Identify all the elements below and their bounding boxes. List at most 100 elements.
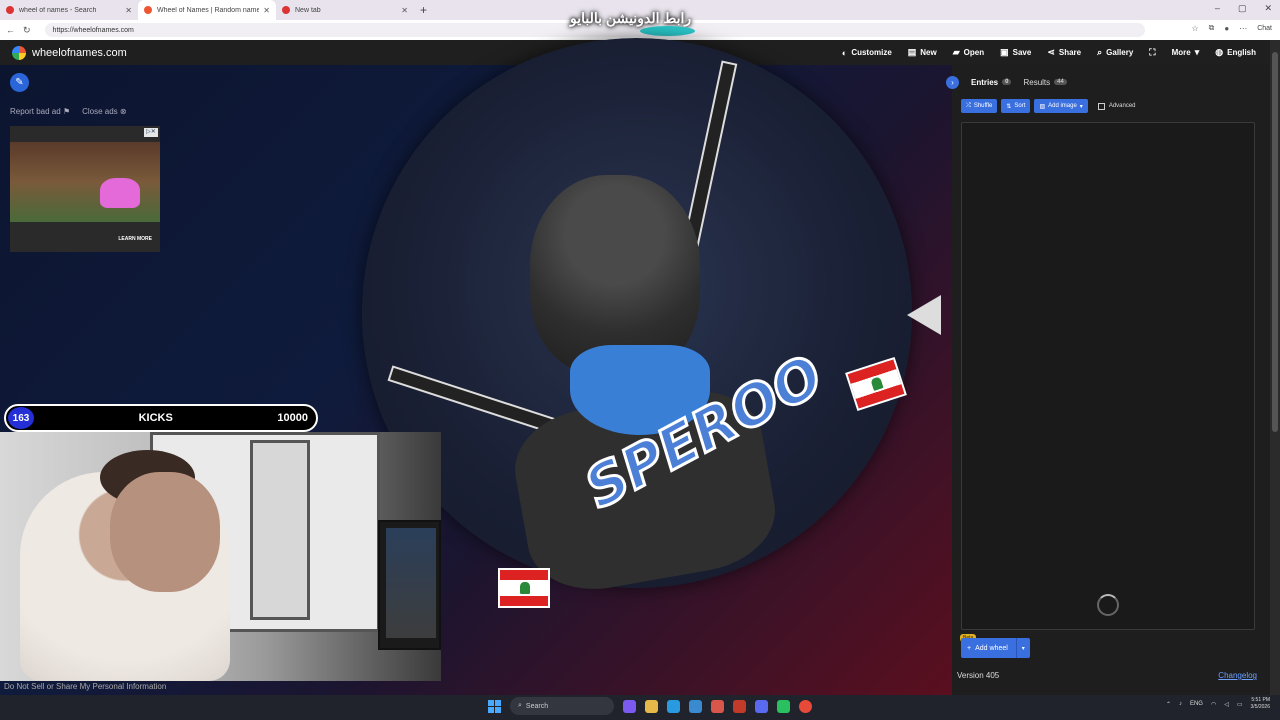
language-indicator[interactable]: ENG: [1190, 701, 1203, 707]
monitor-in-background: [378, 520, 441, 650]
app-icon[interactable]: [777, 699, 790, 713]
close-icon[interactable]: ✕: [125, 6, 132, 15]
taskbar-search[interactable]: ⌕ Search: [510, 697, 614, 715]
chevron-down-icon: ▾: [1194, 47, 1200, 57]
add-wheel-button[interactable]: + Add wheel: [961, 638, 1016, 658]
browser-tab-search[interactable]: wheel of names - Search ✕: [0, 0, 138, 20]
sort-button[interactable]: ⇅ Sort: [1001, 99, 1031, 113]
gallery-button[interactable]: ⌕ Gallery: [1097, 47, 1133, 58]
report-ad-link[interactable]: Report bad ad ⚑: [10, 107, 70, 116]
discord-icon[interactable]: [755, 699, 768, 713]
store-icon[interactable]: [689, 699, 702, 713]
privacy-link[interactable]: Do Not Sell or Share My Personal Informa…: [4, 682, 166, 691]
entries-panel: › Entries 0 Results 44 ⤮ Shuffle ⇅ Sort ▨ Add…: [946, 65, 1270, 695]
share-button[interactable]: ⋖ Share: [1047, 47, 1081, 58]
new-tab-button[interactable]: +: [420, 3, 427, 17]
close-icon[interactable]: ✕: [263, 6, 270, 15]
copilot-chat-button[interactable]: Chat: [1257, 25, 1272, 32]
sort-icon: ⇅: [1006, 103, 1012, 110]
chrome-icon[interactable]: [799, 699, 812, 713]
clock[interactable]: 5:51 PM 3/5/2026: [1251, 697, 1270, 711]
entries-textarea[interactable]: [961, 122, 1255, 630]
add-image-button[interactable]: ▨ Add image ▾: [1034, 99, 1088, 113]
learn-more-button[interactable]: LEARN MORE: [118, 236, 152, 242]
more-button[interactable]: More ▾: [1172, 47, 1200, 58]
advanced-toggle[interactable]: Advanced: [1097, 102, 1136, 110]
language-button[interactable]: ◍ English: [1215, 47, 1256, 58]
advertisement[interactable]: ▷✕ LEARN MORE: [10, 126, 160, 252]
clock-time: 5:51 PM: [1251, 697, 1270, 703]
widgets-icon[interactable]: [623, 699, 636, 713]
chevron-down-icon: ▾: [1021, 645, 1025, 652]
chevron-up-icon[interactable]: ⌃: [1166, 701, 1171, 708]
save-icon: ▣: [1000, 47, 1009, 57]
browser-tab-new[interactable]: New tab ✕: [276, 0, 414, 20]
collapse-panel-button[interactable]: ›: [946, 75, 959, 89]
app-icon[interactable]: [711, 699, 724, 713]
screen: wheel of names - Search ✕ Wheel of Names…: [0, 0, 1280, 720]
menu-label: More: [1171, 48, 1191, 57]
file-explorer-icon[interactable]: [645, 699, 658, 713]
panel-tabs: › Entries 0 Results 44: [946, 75, 1067, 89]
menu-label: Gallery: [1106, 48, 1134, 57]
new-button[interactable]: ▤ New: [908, 47, 937, 58]
system-tray: ⌃ ♪ ENG ◠ ◁ ▭ 5:51 PM 3/5/2026: [1166, 697, 1270, 711]
close-window-button[interactable]: ✕: [1264, 3, 1272, 14]
chevron-down-icon: ▾: [1079, 103, 1083, 110]
advanced-checkbox[interactable]: [1097, 102, 1105, 110]
scrollbar-thumb[interactable]: [1272, 52, 1278, 432]
tab-title: New tab: [295, 6, 321, 14]
menu-dots-icon[interactable]: ⋯: [1239, 24, 1247, 33]
edit-button[interactable]: ✎: [10, 73, 29, 92]
palette-icon: ◐: [841, 47, 848, 58]
lebanon-flag-icon: [498, 568, 550, 608]
star-icon[interactable]: ☆: [1191, 24, 1198, 33]
tab-title: Wheel of Names | Random name: [157, 6, 260, 14]
globe-icon: ◍: [1215, 47, 1224, 57]
flag-icon: ⚑: [62, 107, 71, 116]
window-controls: – ▢ ✕: [1215, 3, 1272, 14]
wheel-logo-icon[interactable]: [12, 45, 26, 60]
shuffle-button[interactable]: ⤮ Shuffle: [961, 99, 998, 113]
wifi-icon[interactable]: ◠: [1211, 701, 1216, 708]
fullscreen-button[interactable]: ⛶: [1149, 47, 1155, 58]
close-ads-link[interactable]: Close ads ⊗: [82, 107, 127, 116]
advanced-label: Advanced: [1108, 103, 1136, 109]
windows-start-icon[interactable]: [488, 699, 501, 713]
close-icon[interactable]: ✕: [401, 6, 408, 15]
profile-icon[interactable]: ●: [1224, 24, 1229, 33]
open-button[interactable]: ▰ Open: [953, 47, 984, 58]
back-icon[interactable]: ←: [6, 25, 15, 35]
app-icon[interactable]: [733, 699, 746, 713]
tab-results[interactable]: Results 44: [1023, 78, 1067, 87]
edge-icon[interactable]: [667, 699, 680, 713]
report-ad-label: Report bad ad: [10, 107, 61, 116]
ad-links: Report bad ad ⚑ Close ads ⊗: [10, 107, 127, 116]
button-label: Shuffle: [973, 103, 993, 109]
entries-toolbar: ⤮ Shuffle ⇅ Sort ▨ Add image ▾ Advanced: [961, 99, 1136, 113]
add-wheel-group: + Add wheel ▾: [961, 638, 1030, 658]
customize-button[interactable]: ◐ Customize: [842, 48, 892, 58]
site-name[interactable]: wheelofnames.com: [32, 47, 127, 59]
version-label: Version 405: [957, 671, 1000, 680]
close-circle-icon: ⊗: [119, 107, 127, 116]
save-button[interactable]: ▣ Save: [1000, 47, 1031, 58]
add-wheel-dropdown[interactable]: ▾: [1015, 638, 1030, 658]
shuffle-icon: ⤮: [966, 102, 971, 109]
tab-entries[interactable]: Entries 0: [971, 78, 1012, 87]
clock-date: 3/5/2026: [1250, 704, 1270, 710]
mic-icon[interactable]: ♪: [1179, 701, 1182, 707]
extensions-icon[interactable]: ⧉: [1209, 23, 1215, 33]
menu-label: English: [1227, 48, 1256, 57]
volume-icon[interactable]: ◁: [1224, 701, 1229, 708]
button-label: Sort: [1014, 103, 1026, 109]
browser-tab-wheel[interactable]: Wheel of Names | Random name ✕: [138, 0, 276, 20]
changelog-link[interactable]: Changelog: [1218, 671, 1257, 680]
minimize-button[interactable]: –: [1215, 3, 1220, 14]
page-scrollbar[interactable]: [1270, 40, 1280, 695]
ad-choices-icon[interactable]: ▷✕: [144, 128, 158, 137]
refresh-icon[interactable]: ↻: [23, 25, 31, 36]
chevron-right-icon: ›: [951, 77, 954, 87]
maximize-button[interactable]: ▢: [1238, 3, 1247, 14]
battery-icon[interactable]: ▭: [1237, 701, 1243, 708]
